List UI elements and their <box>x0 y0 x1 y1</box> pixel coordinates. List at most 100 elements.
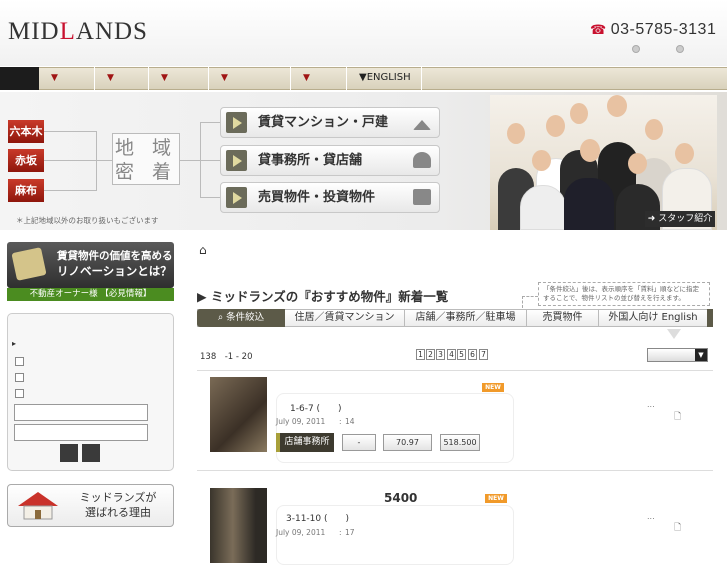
tab-foreigners[interactable]: 外国人向け English <box>599 309 707 327</box>
nav-home-block[interactable] <box>0 67 39 90</box>
connector-line <box>200 197 220 198</box>
play-icon <box>226 150 247 171</box>
area-label-line: 地 域 <box>114 137 178 159</box>
sort-select[interactable]: ▼ <box>647 348 708 362</box>
area-note: ＊上記地域以外のお取り扱いもございます <box>16 216 159 225</box>
new-badge: NEW <box>482 383 504 392</box>
staff-figure <box>564 178 614 230</box>
phone-icon: ☎ <box>590 22 607 37</box>
staff-head <box>675 143 694 164</box>
dropdown-arrow-icon: ▼ <box>51 73 58 83</box>
nav-english-label: ▼ENGLISH <box>359 72 411 83</box>
document-icon[interactable]: 🗋 <box>674 520 681 536</box>
listing-thumbnail[interactable] <box>210 377 267 452</box>
page-link[interactable]: 1 <box>416 349 425 360</box>
listing-num: 14 <box>345 417 355 426</box>
area-akasaka-button[interactable]: 赤坂 <box>8 149 44 172</box>
connector-line <box>44 190 96 191</box>
down-arrow-icon <box>667 329 681 339</box>
person-icon <box>413 152 431 168</box>
staff-intro-button[interactable]: ➜ スタッフ紹介 <box>645 211 715 227</box>
reason-line: 選ばれる理由 <box>85 506 151 519</box>
logo[interactable]: MIDLANDS <box>8 18 148 46</box>
divider <box>197 470 713 471</box>
logo-part: ANDS <box>75 18 148 45</box>
filter-checkbox[interactable] <box>15 389 24 398</box>
listing-thumbnail[interactable] <box>210 488 267 563</box>
connector-line <box>180 160 200 161</box>
search-input[interactable] <box>14 424 148 441</box>
play-icon <box>226 112 247 133</box>
nav-item[interactable]: ▼ <box>291 67 347 90</box>
renovation-line: 賃貸物件の価値を高める <box>57 250 173 262</box>
filter-checkbox[interactable] <box>15 357 24 366</box>
page-link[interactable]: 4 <box>447 349 456 360</box>
staff-head <box>580 139 600 162</box>
search-bullet: ▸ <box>12 339 17 348</box>
search-icon: ⌕ <box>217 312 227 323</box>
result-count: 138 -1 - 20 <box>200 352 253 362</box>
document-icon[interactable]: 🗋 <box>674 409 681 425</box>
staff-head <box>546 115 565 137</box>
nav-item-english[interactable]: ▼ENGLISH <box>347 67 422 90</box>
listing-value: 518.500 <box>440 434 480 451</box>
staff-photo <box>490 95 717 230</box>
connector-line <box>200 160 220 161</box>
page-link[interactable]: 6 <box>468 349 477 360</box>
area-label-line: 密 着 <box>114 161 178 183</box>
listing-value: 70.97 <box>383 434 432 451</box>
category-sale-investment-button[interactable]: 売買物件・投資物件 <box>220 182 440 213</box>
category-label: 貸事務所・貸店舗 <box>258 153 363 168</box>
search-input[interactable] <box>14 404 148 421</box>
staff-figure <box>520 185 566 230</box>
category-office-store-button[interactable]: 貸事務所・貸店舗 <box>220 145 440 176</box>
page-link[interactable]: 2 <box>426 349 435 360</box>
owner-info-bar[interactable]: 不動産オーナー様 【必見情報】 <box>7 288 174 301</box>
listing-date: July 09, 2011 <box>276 417 326 426</box>
area-roppongi-button[interactable]: 六本木 <box>8 120 44 143</box>
staff-head <box>507 123 525 144</box>
divider <box>197 370 713 371</box>
listing-address[interactable]: 3-11-10 ( ) <box>286 511 349 524</box>
listing-address[interactable]: 1-6-7 ( ) <box>290 401 342 414</box>
category-label: 賃貸マンション・戸建 <box>258 115 389 130</box>
hint-connector <box>522 296 538 297</box>
clear-button[interactable] <box>82 444 100 462</box>
tab-narrow-down[interactable]: ⌕ 条件絞込 <box>197 309 285 327</box>
search-button[interactable] <box>60 444 78 462</box>
home-icon[interactable]: ⌂ <box>199 243 207 257</box>
tab-residential[interactable]: 住居／賃貸マンション <box>285 309 405 327</box>
dropdown-arrow-icon: ▼ <box>303 73 310 83</box>
logo-accent: L <box>59 18 76 45</box>
dot-indicator[interactable] <box>632 45 640 53</box>
chevron-down-icon: ▼ <box>695 349 707 361</box>
reason-line: ミッドランズが <box>79 491 157 504</box>
sort-hint-box: 「条件絞込」後は、表示順序を「賃料」順などに指定することで、物件リストの並び替え… <box>538 282 710 306</box>
dot-indicator[interactable] <box>676 45 684 53</box>
page-link[interactable]: 5 <box>457 349 466 360</box>
tab-label: 条件絞込 <box>226 312 265 323</box>
filter-checkbox[interactable] <box>15 373 24 382</box>
nav-item[interactable]: ▼ <box>209 67 291 90</box>
area-label-box: 地 域密 着 <box>112 133 180 185</box>
nav-item[interactable]: ▼ <box>95 67 149 90</box>
area-azabu-button[interactable]: 麻布 <box>8 179 44 202</box>
category-label: 売買物件・投資物件 <box>258 190 376 205</box>
nav-item[interactable]: ▼ <box>39 67 95 90</box>
more-dots: ... <box>647 400 655 409</box>
listing-value: - <box>342 434 376 451</box>
more-dots: ... <box>647 512 655 521</box>
phone-number: ☎ 03-5785-3131 <box>590 21 716 39</box>
page-link[interactable]: 7 <box>479 349 488 360</box>
category-rental-mansion-button[interactable]: 賃貸マンション・戸建 <box>220 107 440 138</box>
page-link[interactable]: 3 <box>436 349 445 360</box>
listing-sep: : <box>339 528 342 537</box>
tab-store-office[interactable]: 店舗／事務所／駐車場 <box>405 309 527 327</box>
phone-text: 03-5785-3131 <box>610 21 717 38</box>
connector-line <box>44 131 96 132</box>
tab-sale[interactable]: 売買物件 <box>527 309 599 327</box>
dropdown-arrow-icon: ▼ <box>161 73 168 83</box>
renovation-line: リノベーションとは？ <box>57 264 172 278</box>
staff-head <box>645 119 663 140</box>
nav-item[interactable]: ▼ <box>149 67 209 90</box>
